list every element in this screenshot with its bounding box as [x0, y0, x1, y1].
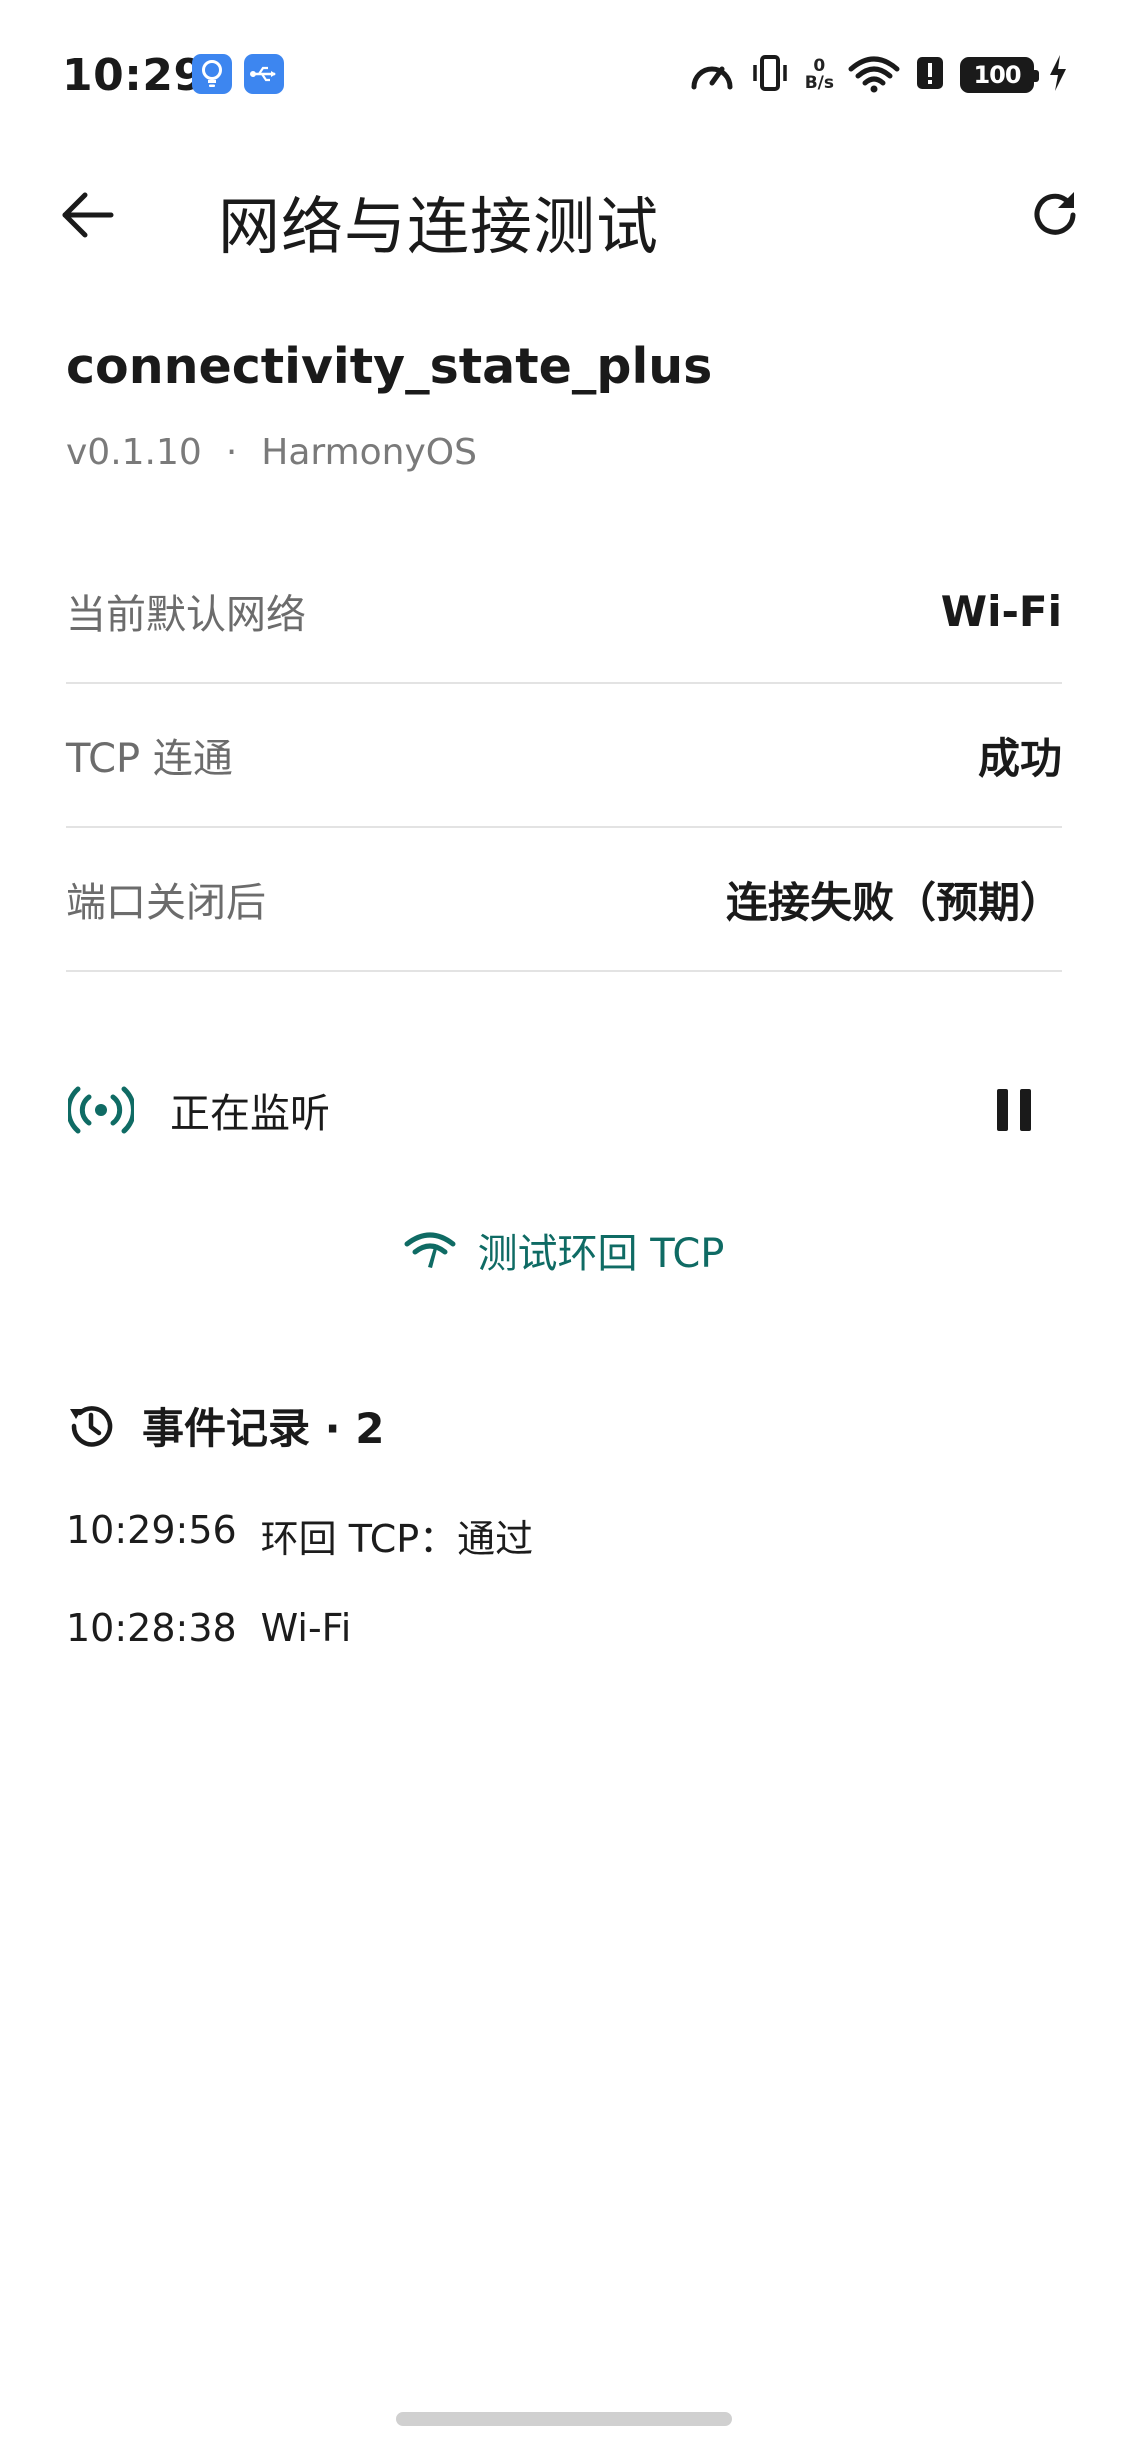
app-bar: 网络与连接测试	[0, 160, 1128, 270]
info-row-default-network: 当前默认网络 Wi-Fi	[66, 540, 1062, 684]
refresh-button[interactable]	[1020, 180, 1090, 250]
network-speed: 0 B/s	[805, 58, 834, 92]
broadcast-icon	[66, 1080, 136, 1140]
status-time: 10:29	[62, 50, 205, 101]
info-value: 连接失败（预期）	[725, 877, 1062, 927]
vibrate-icon	[749, 53, 791, 97]
home-indicator[interactable]	[396, 2412, 732, 2426]
page-title: 网络与连接测试	[218, 190, 660, 263]
event-item: 10:28:38 Wi-Fi	[66, 1606, 351, 1650]
lightbulb-icon	[192, 54, 232, 94]
pause-button[interactable]	[982, 1078, 1046, 1142]
info-value: Wi-Fi	[940, 586, 1062, 636]
info-label: 端口关闭后	[66, 880, 266, 926]
package-platform: HarmonyOS	[261, 432, 477, 473]
network-check-icon	[404, 1232, 456, 1268]
network-speed-unit: B/s	[804, 73, 834, 93]
event-time: 10:29:56	[66, 1508, 237, 1552]
battery-indicator: 100	[960, 57, 1039, 93]
screen: 10:29 0 B/s 100 网络与连接测试 connectivity_sta…	[0, 0, 1128, 2444]
events-title: 事件记录 · 2	[142, 1404, 385, 1453]
event-item: 10:29:56 环回 TCP：通过	[66, 1508, 533, 1563]
charging-icon	[1048, 53, 1068, 97]
status-indicators: 0 B/s 100	[689, 52, 1068, 98]
back-button[interactable]	[52, 180, 122, 250]
event-text: Wi-Fi	[260, 1606, 352, 1650]
info-label: 当前默认网络	[66, 592, 306, 638]
monitor-row: 正在监听	[66, 1065, 1062, 1155]
refresh-icon	[1034, 192, 1076, 235]
event-text: 环回 TCP：通过	[260, 1517, 534, 1561]
monitor-status-label: 正在监听	[170, 1091, 330, 1137]
info-label: TCP 连通	[66, 736, 233, 782]
history-icon	[70, 1405, 113, 1447]
pause-icon	[997, 1089, 1031, 1131]
wifi-icon	[848, 53, 900, 97]
info-value: 成功	[977, 733, 1062, 783]
usb-icon	[244, 54, 284, 94]
info-row-after-port-closed: 端口关闭后 连接失败（预期）	[66, 828, 1062, 972]
arrow-left-icon	[62, 192, 114, 238]
package-name: connectivity_state_plus	[66, 338, 713, 395]
event-time: 10:28:38	[66, 1606, 237, 1650]
test-button-label: 测试环回 TCP	[477, 1231, 725, 1277]
status-bar: 10:29 0 B/s 100	[0, 0, 1128, 150]
meta-separator: ·	[225, 432, 238, 473]
speedometer-icon	[689, 53, 735, 97]
info-list: 当前默认网络 Wi-Fi TCP 连通 成功 端口关闭后 连接失败（预期）	[66, 540, 1062, 972]
info-row-tcp-connectivity: TCP 连通 成功	[66, 684, 1062, 828]
package-meta: v0.1.10 · HarmonyOS	[66, 432, 477, 473]
package-version: v0.1.10	[66, 432, 202, 473]
test-loopback-tcp-button[interactable]: 测试环回 TCP	[370, 1210, 758, 1290]
events-header: 事件记录 · 2	[66, 1395, 384, 1456]
alert-icon	[914, 53, 946, 97]
